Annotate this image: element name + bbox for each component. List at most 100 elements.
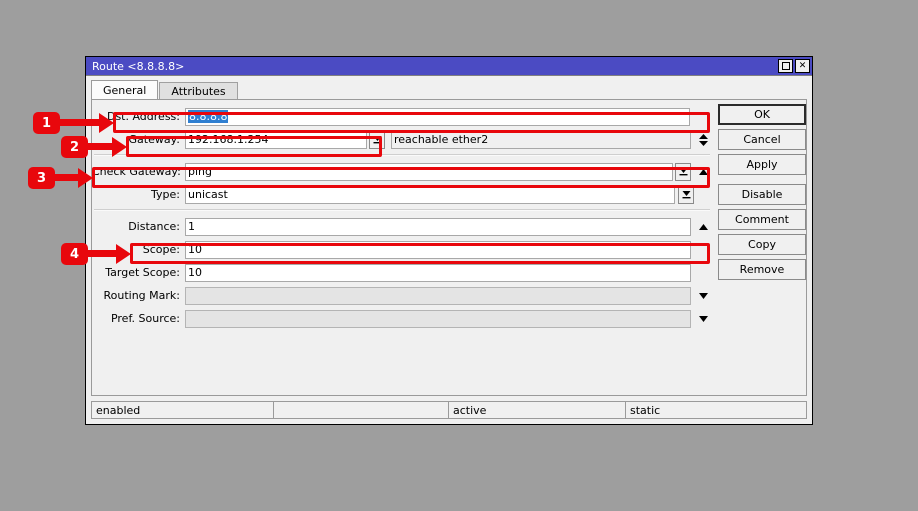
close-button[interactable]: ✕ [795, 59, 810, 73]
status-bar: enabled active static [91, 401, 807, 419]
type-label: Type: [151, 188, 180, 201]
route-form: Dst. Address: 8.8.8.8 Gateway: 192.168.1… [92, 100, 712, 331]
type-dropdown-button[interactable] [678, 185, 694, 204]
dropdown-arrow-icon [679, 167, 687, 175]
status-cell-enabled: enabled [92, 402, 274, 418]
annotation-badge-4: 4 [61, 243, 88, 265]
dst-address-value: 8.8.8.8 [188, 110, 229, 123]
pref-source-expand-button[interactable] [694, 310, 712, 328]
annotation-badge-2: 2 [61, 136, 88, 158]
up-down-arrow-icon [698, 133, 708, 146]
check-gateway-input[interactable]: ping [185, 162, 673, 181]
scope-row: Scope: 10 [92, 239, 712, 260]
target-scope-label: Target Scope: [105, 266, 180, 279]
annotation-badge-3-label: 3 [36, 170, 47, 186]
remove-button-label: Remove [739, 263, 785, 276]
disable-button-label: Disable [741, 188, 783, 201]
status-cell-active: active [449, 402, 626, 418]
pref-source-label: Pref. Source: [110, 312, 180, 325]
route-dialog-window: Route <8.8.8.8> ✕ General Attributes Dst… [85, 56, 813, 425]
status-cell-empty [274, 402, 449, 418]
annotation-badge-1: 1 [33, 112, 60, 134]
window-titlebar[interactable]: Route <8.8.8.8> ✕ [86, 57, 812, 75]
tab-general-label: General [103, 84, 147, 97]
gateway-status-value: reachable ether2 [394, 133, 489, 146]
check-gateway-row: Check Gateway: ping [92, 161, 712, 182]
routing-mark-label: Routing Mark: [103, 289, 180, 302]
dst-address-label: Dst. Address: [106, 110, 180, 123]
routing-mark-row: Routing Mark: [92, 285, 712, 306]
gateway-row: Gateway: 192.168.1.254 reachable ether2 [92, 129, 712, 150]
tab-bar: General Attributes [91, 80, 239, 100]
copy-button[interactable]: Copy [718, 234, 806, 255]
status-enabled-text: enabled [96, 403, 141, 417]
type-input[interactable]: unicast [185, 185, 675, 204]
tab-attributes[interactable]: Attributes [159, 82, 238, 100]
window-body: General Attributes Dst. Address: 8.8.8.8… [86, 75, 812, 424]
tab-attributes-label: Attributes [171, 85, 226, 98]
annotation-badge-2-label: 2 [69, 139, 80, 155]
type-value: unicast [188, 188, 228, 201]
gateway-status-field: reachable ether2 [391, 130, 691, 149]
comment-button-label: Comment [735, 213, 789, 226]
scope-label: Scope: [142, 243, 180, 256]
close-icon: ✕ [798, 60, 807, 71]
dialog-button-column: OK Cancel Apply Disable Comment Copy Rem… [718, 104, 806, 284]
remove-button[interactable]: Remove [718, 259, 806, 280]
target-scope-row: Target Scope: 10 [92, 262, 712, 283]
maximize-button[interactable] [778, 59, 793, 73]
gateway-value: 192.168.1.254 [188, 133, 269, 146]
form-separator-2 [94, 209, 710, 211]
scope-value: 10 [188, 243, 202, 256]
maximize-icon [781, 62, 790, 70]
dropdown-arrow-icon [682, 190, 690, 198]
apply-button-label: Apply [746, 158, 778, 171]
distance-value: 1 [188, 220, 195, 233]
check-gateway-label: Check Gateway: [92, 165, 181, 178]
pref-source-input[interactable] [185, 309, 691, 328]
chevron-down-icon [698, 315, 708, 322]
cancel-button[interactable]: Cancel [718, 129, 806, 150]
distance-label: Distance: [128, 220, 180, 233]
tab-general[interactable]: General [91, 80, 159, 100]
distance-input[interactable]: 1 [185, 217, 691, 236]
general-tab-panel: Dst. Address: 8.8.8.8 Gateway: 192.168.1… [91, 99, 807, 396]
cancel-button-label: Cancel [743, 133, 781, 146]
apply-button[interactable]: Apply [718, 154, 806, 175]
disable-button[interactable]: Disable [718, 184, 806, 205]
status-static-text: static [630, 403, 661, 417]
scope-input[interactable]: 10 [185, 240, 691, 259]
chevron-up-icon [698, 168, 708, 175]
annotation-badge-3: 3 [28, 167, 55, 189]
type-row: Type: unicast [92, 184, 712, 205]
gateway-updown-button[interactable] [694, 131, 712, 149]
status-cell-static: static [626, 402, 806, 418]
gateway-dropdown-button[interactable] [369, 130, 385, 149]
chevron-down-icon [698, 292, 708, 299]
annotation-badge-4-label: 4 [69, 246, 80, 262]
chevron-up-icon [698, 223, 708, 230]
window-title: Route <8.8.8.8> [92, 59, 185, 73]
dropdown-arrow-icon [373, 135, 381, 143]
check-gateway-value: ping [188, 165, 212, 178]
check-gateway-dropdown-button[interactable] [675, 162, 691, 181]
routing-mark-input[interactable] [185, 286, 691, 305]
dst-address-input[interactable]: 8.8.8.8 [185, 107, 690, 126]
annotation-badge-1-label: 1 [41, 115, 52, 131]
gateway-label: Gateway: [128, 133, 181, 146]
target-scope-input[interactable]: 10 [185, 263, 691, 282]
status-active-text: active [453, 403, 487, 417]
check-gateway-collapse-button[interactable] [694, 163, 712, 181]
ok-button[interactable]: OK [718, 104, 806, 125]
distance-collapse-button[interactable] [694, 218, 712, 236]
comment-button[interactable]: Comment [718, 209, 806, 230]
routing-mark-expand-button[interactable] [694, 287, 712, 305]
pref-source-row: Pref. Source: [92, 308, 712, 329]
gateway-input[interactable]: 192.168.1.254 [185, 130, 367, 149]
target-scope-value: 10 [188, 266, 202, 279]
distance-row: Distance: 1 [92, 216, 712, 237]
dst-address-row: Dst. Address: 8.8.8.8 [92, 106, 712, 127]
copy-button-label: Copy [748, 238, 776, 251]
form-separator-1 [94, 154, 710, 156]
ok-button-label: OK [754, 108, 770, 121]
